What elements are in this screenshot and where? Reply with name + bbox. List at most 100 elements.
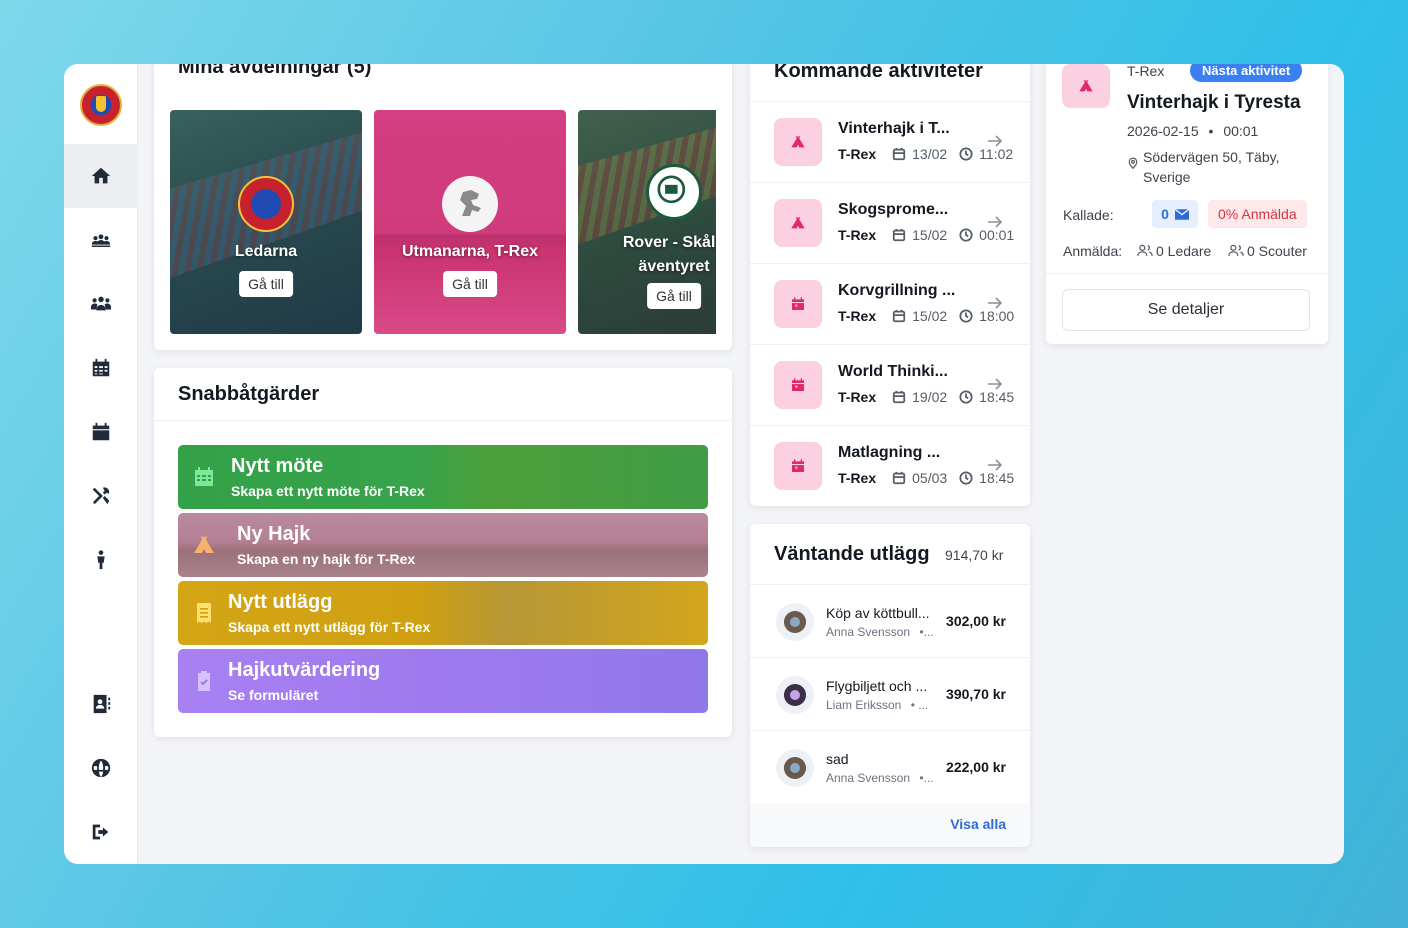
go-to-button[interactable]: Gå till — [647, 283, 701, 309]
next-activity-badge: Nästa aktivitet — [1190, 64, 1303, 82]
activity-row[interactable]: World Thinki... T-Rex 19/02 18:45 — [750, 344, 1030, 425]
arrow-right-icon[interactable] — [986, 294, 1004, 312]
calendar-icon — [792, 297, 804, 310]
activity-date: 05/03 — [912, 470, 948, 486]
departments-carousel: Ledarna Gå till Utmanarna, T-Rex Gå till — [170, 110, 716, 334]
avatar — [776, 676, 814, 714]
quick-action-new-meeting[interactable]: Nytt möte Skapa ett nytt möte för T-Rex — [178, 445, 708, 509]
activity-name: Vinterhajk i T... — [838, 120, 950, 137]
quick-actions-title: Snabbåtgärder — [178, 383, 320, 405]
tent-icon — [1079, 80, 1093, 92]
department-logo — [238, 176, 294, 232]
activity-icon — [774, 199, 822, 247]
calendar-grid-icon — [92, 358, 110, 377]
nav-groups[interactable] — [64, 208, 138, 272]
department-name: Rover - Skål f äventyret — [622, 234, 716, 275]
activity-unit: T-Rex — [838, 227, 877, 243]
view-all-link[interactable]: Visa alla — [950, 816, 1006, 832]
calendar-icon — [92, 422, 110, 441]
activity-row[interactable]: Vinterhajk i T... T-Rex 13/02 11:02 — [750, 101, 1030, 182]
users-outline-icon — [1228, 244, 1244, 256]
activity-name: World Thinki... — [838, 363, 948, 380]
receipt-icon — [197, 603, 211, 623]
mail-icon — [1174, 208, 1189, 220]
expense-row[interactable]: sad Anna Svensson •... 222,00 kr — [750, 730, 1030, 803]
expense-amount: 302,00 kr — [946, 613, 1006, 629]
nav-person[interactable] — [64, 528, 138, 592]
arrow-right-icon[interactable] — [986, 456, 1004, 474]
go-to-button[interactable]: Gå till — [443, 271, 497, 297]
quick-actions-card: Snabbåtgärder Nytt möte Skapa ett nytt m… — [154, 368, 732, 737]
activity-row[interactable]: Skogsprome... T-Rex 15/02 00:01 — [750, 182, 1030, 263]
calendar-icon — [792, 378, 804, 391]
groups-icon — [91, 234, 111, 247]
department-name: Ledarna — [234, 243, 298, 260]
calendar-icon — [792, 459, 804, 472]
activity-icon — [774, 361, 822, 409]
called-count-badge[interactable]: 0 — [1152, 200, 1198, 228]
scouts-count: 0 Scouter — [1247, 243, 1307, 259]
leaders-count: 0 Ledare — [1156, 243, 1212, 259]
tent-icon — [791, 136, 805, 148]
nav-home[interactable] — [64, 144, 138, 208]
arrow-right-icon[interactable] — [986, 375, 1004, 393]
next-activity-icon — [1062, 64, 1110, 108]
quick-action-new-expense[interactable]: Nytt utlägg Skapa ett nytt utlägg för T-… — [178, 581, 708, 645]
calendar-grid-icon — [195, 467, 213, 486]
home-icon — [91, 167, 111, 184]
next-activity-location: Södervägen 50, Täby, Sverige — [1143, 149, 1280, 185]
nav-contacts[interactable] — [64, 672, 138, 736]
users-outline-icon — [1137, 244, 1153, 256]
tools-icon — [92, 487, 110, 505]
globe-icon — [91, 758, 111, 778]
nav-language[interactable] — [64, 736, 138, 800]
department-card[interactable]: Ledarna Gå till — [170, 110, 362, 334]
scout-logo[interactable] — [80, 84, 122, 126]
signed-percentage-badge: 0% Anmälda — [1208, 200, 1307, 228]
expense-row[interactable]: Köp av köttbull... Anna Svensson •... 30… — [750, 584, 1030, 657]
called-label: Kallade: — [1063, 207, 1114, 223]
nav-users[interactable] — [64, 272, 138, 336]
quick-action-title: Hajkutvärdering — [228, 659, 381, 681]
nav-calendar[interactable] — [64, 400, 138, 464]
clock-icon — [959, 309, 973, 323]
activity-name: Matlagning ... — [838, 444, 941, 461]
activity-unit: T-Rex — [838, 389, 877, 405]
quick-action-hike-evaluation[interactable]: Hajkutvärdering Se formuläret — [178, 649, 708, 713]
signed-label: Anmälda: — [1063, 243, 1123, 259]
activity-date: 15/02 — [912, 227, 948, 243]
quick-action-new-hike[interactable]: Ny Hajk Skapa en ny hajk för T-Rex — [178, 513, 708, 577]
upcoming-activities-title: Kommande aktiviteter — [774, 64, 983, 82]
arrow-right-icon[interactable] — [986, 132, 1004, 150]
go-to-button[interactable]: Gå till — [239, 271, 293, 297]
expense-amount: 222,00 kr — [946, 759, 1006, 775]
quick-action-subtitle: Skapa ett nytt utlägg för T-Rex — [228, 619, 431, 635]
activity-row[interactable]: Matlagning ... T-Rex 05/03 18:45 — [750, 425, 1030, 506]
pending-expenses-total: 914,70 kr — [945, 547, 1004, 563]
tent-icon — [791, 217, 805, 229]
quick-action-subtitle: Skapa ett nytt möte för T-Rex — [231, 483, 425, 499]
department-card[interactable]: Rover - Skål f äventyret Gå till — [578, 110, 716, 334]
arrow-right-icon[interactable] — [986, 213, 1004, 231]
expense-title: sad — [826, 751, 849, 767]
pending-expenses-card: Väntande utlägg 914,70 kr Köp av köttbul… — [750, 524, 1030, 847]
expense-row[interactable]: Flygbiljett och ... Liam Eriksson • ... … — [750, 657, 1030, 730]
nav-logout[interactable] — [64, 800, 138, 864]
activity-date: 15/02 — [912, 308, 948, 324]
tent-icon — [194, 536, 214, 553]
nav-calendar-grid[interactable] — [64, 336, 138, 400]
activity-name: Skogsprome... — [838, 201, 949, 218]
activity-row[interactable]: Korvgrillning ... T-Rex 15/02 18:00 — [750, 263, 1030, 344]
avatar — [776, 603, 814, 641]
calendar-icon — [893, 309, 906, 323]
expense-person: Anna Svensson •... — [826, 771, 934, 785]
upcoming-activities-card: Kommande aktiviteter Vinterhajk i T... T… — [750, 64, 1030, 506]
activity-unit: T-Rex — [838, 470, 877, 486]
see-details-button[interactable]: Se detaljer — [1062, 289, 1310, 331]
department-card[interactable]: Utmanarna, T-Rex Gå till — [374, 110, 566, 334]
pending-expenses-title: Väntande utlägg — [774, 543, 930, 565]
users-icon — [90, 296, 112, 311]
calendar-icon — [893, 471, 906, 485]
nav-tools[interactable] — [64, 464, 138, 528]
activity-icon — [774, 442, 822, 490]
